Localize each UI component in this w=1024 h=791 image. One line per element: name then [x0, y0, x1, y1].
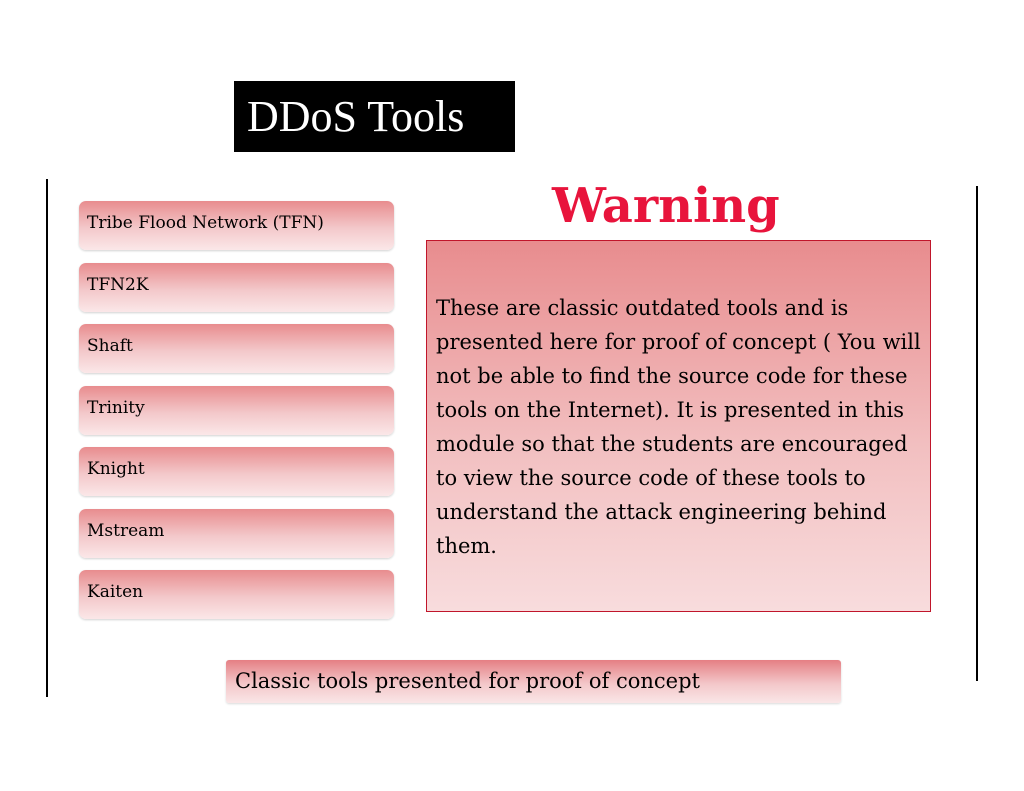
tool-item-knight[interactable]: Knight	[79, 447, 394, 496]
footer-caption: Classic tools presented for proof of con…	[226, 660, 841, 703]
warning-box: These are classic outdated tools and is …	[426, 240, 931, 612]
warning-heading: Warning	[552, 178, 780, 234]
left-divider	[46, 179, 48, 697]
page-title: DDoS Tools	[234, 81, 515, 152]
tool-item-tfn2k[interactable]: TFN2K	[79, 263, 394, 312]
tool-item-trinity[interactable]: Trinity	[79, 386, 394, 435]
tool-item-shaft[interactable]: Shaft	[79, 324, 394, 373]
tool-item-tfn[interactable]: Tribe Flood Network (TFN)	[79, 201, 394, 250]
tool-item-mstream[interactable]: Mstream	[79, 509, 394, 558]
tool-item-kaiten[interactable]: Kaiten	[79, 570, 394, 619]
warning-text: These are classic outdated tools and is …	[436, 296, 921, 558]
right-divider	[976, 186, 978, 681]
